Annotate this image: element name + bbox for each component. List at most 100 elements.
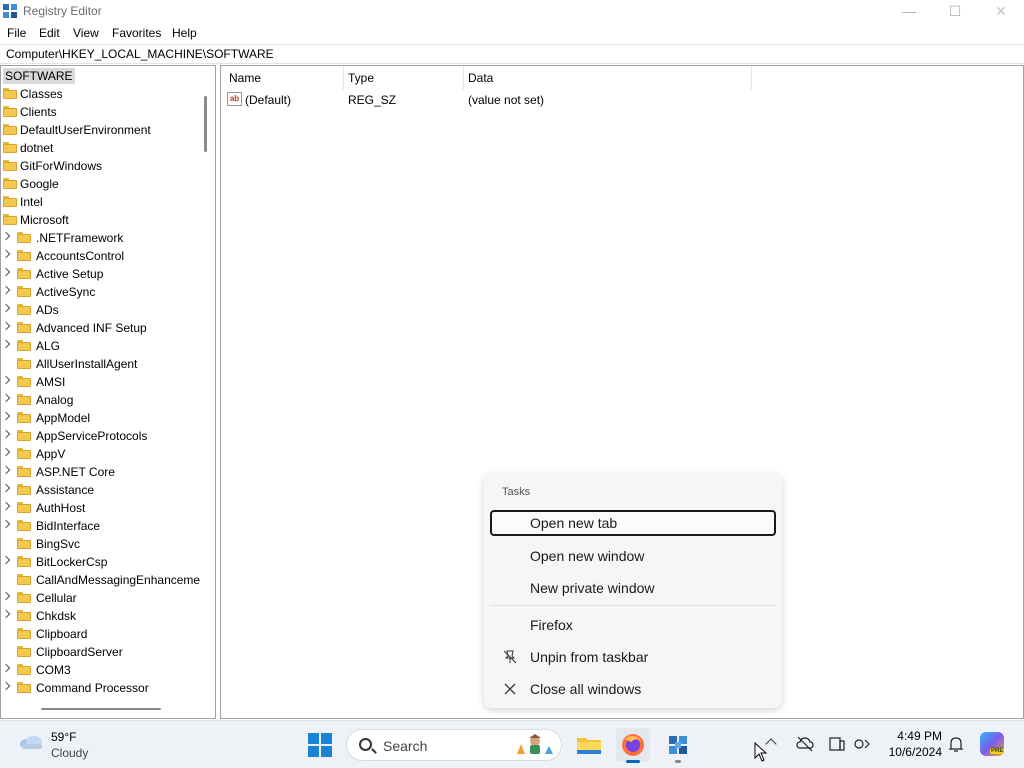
- tree-item-label: BingSvc: [36, 537, 81, 551]
- folder-icon: [17, 556, 31, 567]
- windows-logo-icon: [321, 746, 332, 757]
- expand-chevron-icon[interactable]: [1, 429, 11, 439]
- windows-logo-icon: [308, 733, 319, 744]
- tree-item-label: .NETFramework: [36, 231, 124, 245]
- expand-chevron-icon[interactable]: [1, 339, 11, 349]
- menu-edit[interactable]: Edit: [39, 26, 60, 40]
- expand-chevron-icon[interactable]: [1, 393, 11, 403]
- value-type: REG_SZ: [348, 93, 397, 107]
- minimize-button[interactable]: —: [886, 0, 932, 22]
- file-explorer-app[interactable]: [572, 728, 606, 762]
- column-data[interactable]: Data: [468, 71, 493, 85]
- tree-item-label: Assistance: [36, 483, 95, 497]
- folder-icon: [17, 232, 31, 243]
- column-divider[interactable]: [463, 66, 464, 90]
- folder-icon: [3, 142, 17, 153]
- close-button[interactable]: ✕: [978, 0, 1024, 22]
- jump-list-label: Firefox: [530, 617, 573, 633]
- expand-chevron-icon[interactable]: [1, 681, 11, 691]
- folder-icon: [17, 502, 31, 513]
- column-divider[interactable]: [751, 66, 752, 90]
- start-button[interactable]: [308, 733, 332, 757]
- expand-chevron-icon[interactable]: [1, 501, 11, 511]
- cloud-offline-icon[interactable]: [796, 735, 814, 753]
- network-icon[interactable]: [853, 735, 871, 753]
- address-bar[interactable]: Computer\HKEY_LOCAL_MACHINE\SOFTWARE: [0, 44, 1024, 64]
- address-path[interactable]: Computer\HKEY_LOCAL_MACHINE\SOFTWARE: [6, 47, 274, 61]
- folder-icon: [17, 448, 31, 459]
- folder-icon: [3, 196, 17, 207]
- expand-chevron-icon[interactable]: [1, 375, 11, 385]
- clock-date[interactable]: 10/6/2024: [880, 745, 942, 759]
- open-new-tab-item[interactable]: Open new tab: [490, 510, 776, 536]
- clock-time[interactable]: 4:49 PM: [880, 729, 942, 743]
- notification-bell-icon[interactable]: [947, 735, 965, 753]
- value-name[interactable]: (Default): [245, 93, 291, 107]
- expand-chevron-icon[interactable]: [1, 609, 11, 619]
- column-divider[interactable]: [343, 66, 344, 90]
- search-highlight-art-icon: [517, 734, 553, 754]
- string-value-icon: ab: [227, 92, 242, 106]
- menu-view[interactable]: View: [73, 26, 99, 40]
- device-sync-icon[interactable]: [828, 735, 846, 753]
- expand-chevron-icon[interactable]: [1, 663, 11, 673]
- tree-item-label: ASP.NET Core: [36, 465, 115, 479]
- jump-list-header: Tasks: [502, 486, 531, 498]
- firefox-item[interactable]: Firefox: [490, 612, 776, 638]
- new-private-window-item[interactable]: New private window: [490, 575, 776, 601]
- key-tree-panel[interactable]: SOFTWARE Classes Clients DefaultUserEnviro…: [0, 65, 216, 719]
- weather-temperature: 59°F: [51, 730, 77, 744]
- tree-item-label: AppModel: [36, 411, 91, 425]
- jump-list-label: Unpin from taskbar: [530, 649, 649, 665]
- expand-chevron-icon[interactable]: [1, 447, 11, 457]
- expand-chevron-icon[interactable]: [1, 231, 11, 241]
- unpin-from-taskbar-item[interactable]: Unpin from taskbar: [490, 644, 776, 670]
- expand-chevron-icon[interactable]: [1, 321, 11, 331]
- expand-chevron-icon[interactable]: [1, 591, 11, 601]
- expand-chevron-icon[interactable]: [1, 267, 11, 277]
- firefox-jump-list: Tasks Open new tab Open new window New p…: [484, 474, 782, 708]
- folder-icon: [17, 628, 31, 639]
- maximize-button[interactable]: ☐: [932, 0, 978, 22]
- folder-icon: [17, 322, 31, 333]
- expand-chevron-icon[interactable]: [1, 285, 11, 295]
- menu-file[interactable]: File: [7, 26, 26, 40]
- taskbar-search-box[interactable]: Search: [346, 729, 562, 761]
- tree-horizontal-scrollbar[interactable]: [41, 708, 161, 710]
- search-icon: [359, 738, 372, 751]
- expand-chevron-icon[interactable]: [1, 483, 11, 493]
- expand-chevron-icon[interactable]: [1, 303, 11, 313]
- tree-item-label: Active Setup: [36, 267, 104, 281]
- close-all-windows-item[interactable]: Close all windows: [490, 676, 776, 702]
- folder-icon: [17, 646, 31, 657]
- expand-chevron-icon[interactable]: [1, 411, 11, 421]
- tree-item-label: Clipboard: [36, 627, 88, 641]
- search-label: Search: [383, 738, 428, 754]
- title-bar[interactable]: Registry Editor — ☐ ✕: [0, 0, 1024, 22]
- registry-app-icon: [3, 4, 17, 18]
- menu-help[interactable]: Help: [172, 26, 197, 40]
- menu-favorites[interactable]: Favorites: [112, 26, 161, 40]
- expand-chevron-icon[interactable]: [1, 249, 11, 259]
- weather-description: Cloudy: [51, 746, 89, 760]
- expand-chevron-icon[interactable]: [1, 519, 11, 529]
- folder-icon: [17, 268, 31, 279]
- folder-icon: [3, 160, 17, 171]
- expand-chevron-icon[interactable]: [1, 465, 11, 475]
- folder-icon: [17, 466, 31, 477]
- value-data: (value not set): [468, 93, 545, 107]
- folder-icon: [17, 520, 31, 531]
- tree-vertical-scrollbar[interactable]: [204, 96, 207, 152]
- tree-item-software[interactable]: SOFTWARE: [3, 68, 75, 84]
- folder-icon: [3, 106, 17, 117]
- expand-chevron-icon[interactable]: [1, 555, 11, 565]
- tree-item-label: AppServiceProtocols: [36, 429, 148, 443]
- tree-item-label: Google: [20, 177, 59, 191]
- registry-editor-app[interactable]: [661, 728, 695, 763]
- open-new-window-item[interactable]: Open new window: [490, 543, 776, 569]
- column-type[interactable]: Type: [348, 71, 374, 85]
- firefox-app[interactable]: [616, 728, 650, 763]
- tree-item-label: Advanced INF Setup: [36, 321, 147, 335]
- registry-app-icon: [669, 736, 687, 754]
- column-name[interactable]: Name: [229, 71, 261, 85]
